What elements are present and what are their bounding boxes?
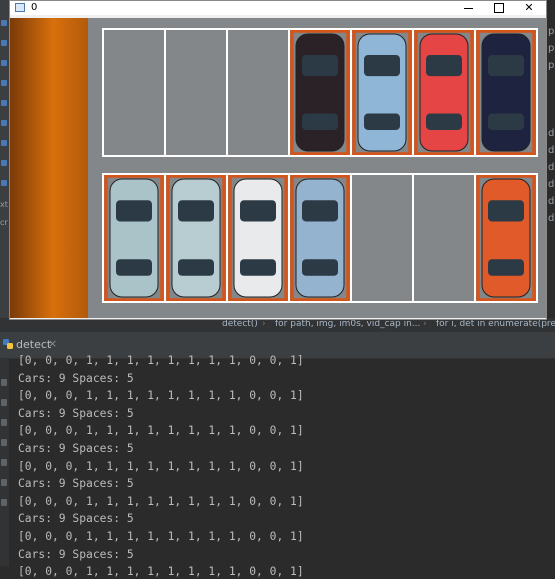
car-windshield	[240, 200, 276, 222]
right-margin-char: d	[548, 128, 555, 139]
file-icon[interactable]	[1, 180, 7, 186]
file-icon[interactable]	[1, 100, 7, 106]
right-margin-char: d	[548, 196, 555, 207]
console-action-icon[interactable]	[1, 479, 7, 486]
python-icon	[3, 339, 13, 349]
file-icon[interactable]	[1, 60, 7, 66]
car-top-4	[357, 33, 407, 152]
ide-left-gutter: xt cr	[0, 0, 9, 330]
car-windshield	[116, 200, 152, 222]
car-rear-window	[240, 259, 276, 276]
car-top-6	[481, 33, 531, 152]
console-line: [0, 0, 0, 1, 1, 1, 1, 1, 1, 1, 1, 0, 0, …	[18, 354, 304, 367]
right-margin-char: d	[548, 145, 555, 156]
car-windshield	[364, 55, 400, 77]
console-action-icon[interactable]	[1, 459, 7, 466]
console-line: Cars: 9 Spaces: 5	[18, 547, 134, 561]
console-line: [0, 0, 0, 1, 1, 1, 1, 1, 1, 1, 1, 0, 0, …	[18, 389, 304, 403]
title-bar[interactable]: 0 ✕	[10, 1, 546, 15]
console-tab-label: detect	[16, 338, 52, 351]
console-gutter	[0, 359, 9, 566]
right-margin-char: d	[548, 179, 555, 190]
file-icon[interactable]	[1, 20, 7, 26]
console-line: Cars: 9 Spaces: 5	[18, 512, 134, 526]
run-console: detect × [0, 0, 0, 1, 1, 1, 1, 1, 1, 1, …	[0, 332, 555, 578]
breadcrumb-separator: ›	[423, 319, 427, 329]
console-line: [0, 0, 0, 1, 1, 1, 1, 1, 1, 1, 1, 0, 0, …	[18, 424, 304, 438]
breadcrumb-item[interactable]: for i, det in enumerate(pred	[436, 319, 555, 329]
console-action-icon[interactable]	[1, 379, 7, 386]
close-button[interactable]: ✕	[515, 1, 543, 15]
car-windshield	[426, 55, 462, 77]
breadcrumb-item[interactable]: detect()	[222, 319, 258, 329]
car-windshield	[302, 55, 338, 77]
car-bottom-0	[109, 178, 159, 298]
window-title: 0	[31, 2, 38, 13]
car-windshield	[178, 200, 214, 222]
console-action-icon[interactable]	[1, 439, 7, 446]
ide-right-margin: p p p d d d d d d	[547, 0, 555, 330]
minimize-button[interactable]	[455, 1, 483, 15]
image-window: 0 ✕	[9, 0, 547, 320]
console-action-icon[interactable]	[1, 499, 7, 506]
left-margin-text: cr	[0, 218, 8, 227]
car-rear-window	[488, 259, 524, 276]
car-rear-window	[116, 259, 152, 276]
car-rear-window	[302, 259, 338, 276]
right-margin-char: p	[548, 60, 555, 71]
parking-lot-image	[10, 18, 546, 318]
console-action-icon[interactable]	[1, 419, 7, 426]
car-windshield	[488, 55, 524, 77]
car-top-3	[295, 33, 345, 152]
right-margin-char: d	[548, 213, 555, 224]
car-bottom-1	[171, 178, 221, 298]
left-margin-text: xt	[0, 200, 8, 209]
close-tab-icon[interactable]: ×	[48, 337, 57, 350]
car-rear-window	[302, 113, 338, 130]
file-icon[interactable]	[1, 40, 7, 46]
car-rear-window	[488, 113, 524, 130]
car-windshield	[302, 200, 338, 222]
file-icon[interactable]	[1, 140, 7, 146]
right-margin-char: d	[548, 162, 555, 173]
file-icon[interactable]	[1, 120, 7, 126]
car-bottom-3	[295, 178, 345, 298]
console-line: [0, 0, 0, 1, 1, 1, 1, 1, 1, 1, 1, 0, 0, …	[18, 565, 304, 579]
car-bottom-2	[233, 178, 283, 298]
right-margin-char: p	[548, 43, 555, 54]
car-top-5	[419, 33, 469, 152]
console-line: Cars: 9 Spaces: 5	[18, 371, 134, 385]
car-bottom-6	[481, 178, 531, 298]
breadcrumb-item[interactable]: for path, img, im0s, vid_cap in...	[275, 319, 420, 329]
maximize-button[interactable]	[485, 1, 513, 15]
console-line: [0, 0, 0, 1, 1, 1, 1, 1, 1, 1, 1, 0, 0, …	[18, 530, 304, 543]
console-line: [0, 0, 0, 1, 1, 1, 1, 1, 1, 1, 1, 0, 0, …	[18, 459, 304, 473]
console-line: Cars: 9 Spaces: 5	[18, 406, 134, 420]
car-rear-window	[426, 113, 462, 130]
car-rear-window	[178, 259, 214, 276]
app-icon	[15, 3, 25, 12]
console-line: Cars: 9 Spaces: 5	[18, 477, 134, 491]
file-icon[interactable]	[1, 80, 7, 86]
car-rear-window	[364, 113, 400, 130]
breadcrumb-separator: ›	[262, 319, 266, 329]
console-action-icon[interactable]	[1, 399, 7, 406]
console-line: Cars: 9 Spaces: 5	[18, 442, 134, 455]
orange-wall	[10, 18, 88, 318]
file-icon[interactable]	[1, 160, 7, 166]
parking-lot-canvas	[10, 18, 546, 318]
editor-breadcrumbs: detect() › for path, img, im0s, vid_cap …	[0, 318, 555, 332]
right-margin-char: p	[548, 26, 555, 37]
car-windshield	[488, 200, 524, 222]
console-line: [0, 0, 0, 1, 1, 1, 1, 1, 1, 1, 1, 0, 0, …	[18, 494, 304, 508]
